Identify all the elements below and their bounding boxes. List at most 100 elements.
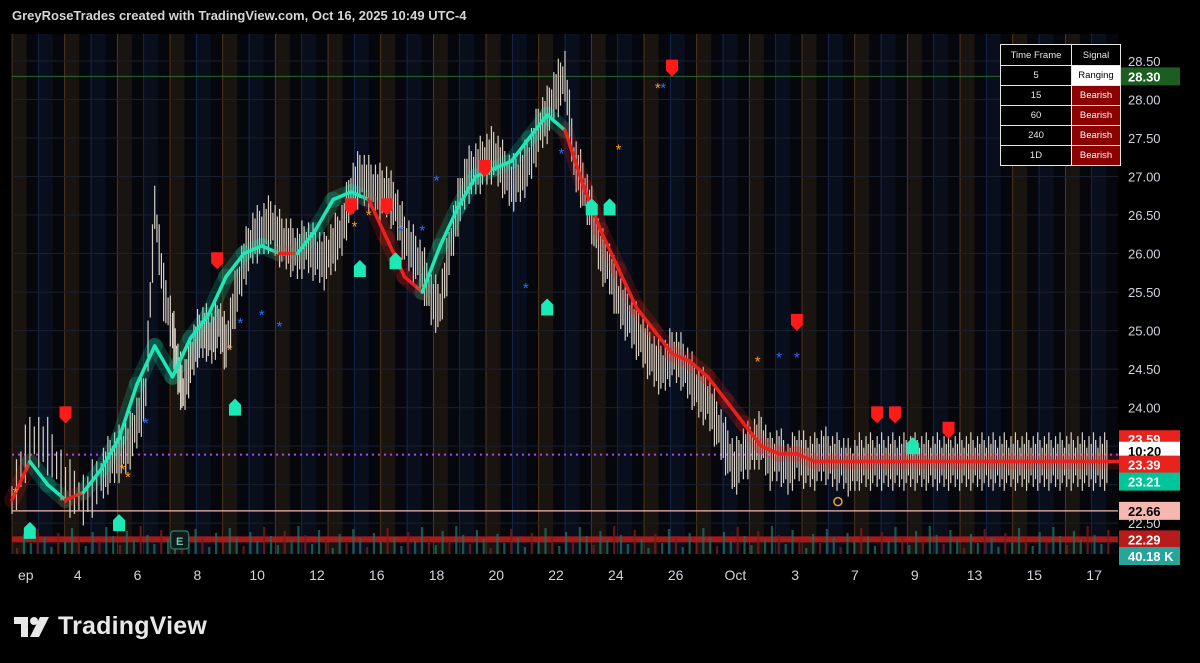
volume-bar [544, 528, 547, 554]
volume-bar [372, 533, 376, 554]
volume-bar [386, 528, 389, 554]
volume-bar [777, 535, 780, 554]
x-axis-tick-label: 3 [791, 567, 799, 583]
volume-bar [414, 541, 417, 554]
x-axis-tick-label: ep [18, 567, 34, 583]
volume-bar [709, 537, 712, 554]
volume-bar [736, 527, 739, 554]
volume-bar [317, 530, 321, 554]
y-axis-tick-label: 28.50 [1128, 54, 1161, 69]
volume-bar [894, 527, 897, 554]
volume-bar [228, 528, 231, 554]
volume-bar [1072, 531, 1076, 554]
volume-bar [482, 539, 485, 554]
volume-bar [839, 547, 842, 554]
volume-bar [64, 542, 67, 554]
price-axis-label: 28.30 [1128, 69, 1161, 84]
volume-bar [393, 537, 396, 554]
blue-star-signal: * [660, 80, 666, 97]
signal-row-timeframe: 240 [1000, 125, 1072, 146]
session-band [749, 34, 764, 554]
blue-star-signal: * [398, 222, 404, 239]
session-band [828, 34, 843, 554]
session-band [64, 34, 80, 554]
x-axis-tick-label: 20 [488, 567, 504, 583]
price-axis-label: 23.21 [1128, 475, 1161, 490]
signal-row-60: 60 Bearish [1000, 105, 1121, 126]
volume-bar [249, 532, 252, 554]
session-band [170, 34, 185, 554]
volume-bar [496, 534, 499, 554]
volume-bar [812, 534, 815, 554]
volume-bar [990, 538, 993, 554]
volume-bar [36, 529, 39, 554]
volume-bar [750, 545, 753, 554]
volume-bar [667, 529, 671, 554]
x-axis-tick-label: 13 [967, 567, 983, 583]
y-axis-tick-label: 24.00 [1128, 401, 1161, 416]
volume-bar [118, 545, 122, 554]
x-axis-tick-label: 22 [548, 567, 564, 583]
volume-bar [997, 547, 1000, 554]
blue-star-signal: * [776, 350, 782, 367]
tradingview-brand[interactable]: TradingView [14, 612, 207, 641]
volume-bar [949, 530, 952, 554]
volume-bar [558, 546, 561, 554]
volume-bar [764, 540, 767, 554]
signal-row-timeframe: 5 [1000, 65, 1072, 86]
volume-bar [866, 537, 870, 554]
price-axis-label: 22.29 [1128, 532, 1161, 547]
volume-bar [825, 529, 828, 554]
volume-bar [57, 533, 60, 554]
volume-bar [1052, 527, 1055, 554]
blue-star-signal: * [277, 319, 283, 336]
blue-star-signal: * [523, 280, 529, 297]
volume-bar [956, 539, 959, 554]
session-band [459, 34, 475, 554]
volume-bar [379, 542, 382, 554]
orange-star-signal: * [13, 484, 19, 501]
price-axis-label: 23.39 [1128, 458, 1161, 473]
y-axis-tick-label: 26.50 [1128, 208, 1161, 223]
volume-bar [860, 528, 863, 554]
volume-bar [626, 544, 629, 554]
session-band [328, 34, 343, 554]
volume-bar [983, 529, 986, 554]
orange-star-signal: * [352, 219, 358, 236]
volume-bar [770, 526, 774, 554]
volume-bar [352, 529, 355, 554]
volume-bar [592, 545, 595, 554]
x-axis-tick-label: 9 [911, 567, 919, 583]
volume-bar [743, 536, 746, 554]
volume-bar [565, 532, 568, 554]
volume-bar [674, 538, 677, 554]
volume-bar [468, 544, 472, 554]
signal-row-240: 240 Bearish [1000, 125, 1121, 146]
x-axis-tick-label: 7 [851, 567, 859, 583]
session-band [249, 34, 264, 554]
volume-bar [647, 548, 650, 554]
y-axis-tick-label: 27.50 [1128, 131, 1161, 146]
volume-bar [578, 527, 581, 554]
blue-star-signal: * [237, 315, 243, 332]
signal-row-1d: 1D Bearish [1000, 145, 1121, 166]
orange-star-signal: * [655, 80, 661, 97]
signal-table-header-timeframe: Time Frame [1000, 44, 1072, 66]
volume-bar [976, 543, 979, 554]
y-axis-tick-label: 25.50 [1128, 285, 1161, 300]
volume-bar [1024, 537, 1027, 554]
signal-table: Time Frame Signal 5 Ranging 15 Bearish 6… [1000, 44, 1121, 166]
x-axis-tick-label: 6 [134, 567, 142, 583]
volume-bar [942, 544, 945, 554]
volume-bar [462, 535, 465, 554]
volume-bar [695, 542, 698, 554]
volume-bar [324, 539, 328, 554]
volume-bar [84, 546, 87, 554]
signal-row-signal: Bearish [1071, 145, 1121, 166]
session-band [696, 34, 712, 554]
volume-bar [50, 547, 53, 554]
earnings-badge-label: E [176, 536, 183, 548]
x-axis-tick-label: 15 [1027, 567, 1043, 583]
signal-row-5: 5 Ranging [1000, 65, 1121, 86]
volume-bar [880, 532, 883, 554]
